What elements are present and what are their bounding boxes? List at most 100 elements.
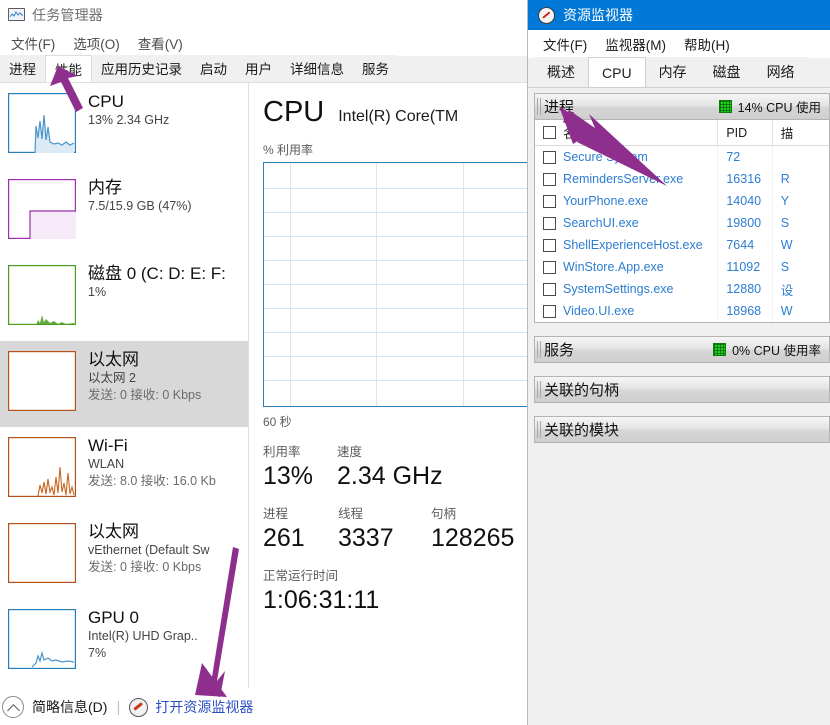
table-row[interactable]: SystemSettings.exe 12880 设	[535, 278, 829, 300]
wifi-thumbnail-graph	[8, 437, 76, 497]
wifi-adapter: WLAN	[88, 456, 242, 473]
sidebar-item-wifi[interactable]: Wi-Fi WLAN 发送: 8.0 接收: 16.0 Kb	[0, 427, 248, 513]
cpu-labels: CPU 13% 2.34 GHz	[88, 91, 242, 129]
resource-monitor-menubar: 文件(F) 监视器(M) 帮助(H)	[528, 30, 830, 58]
stat-handles-label: 句柄	[431, 506, 514, 522]
section-status-services: 0% CPU 使用率	[732, 340, 821, 359]
tab-startup[interactable]: 启动	[191, 55, 236, 82]
tab-performance[interactable]: 性能	[45, 55, 92, 82]
resource-monitor-icon	[538, 7, 555, 24]
resource-sidebar[interactable]: CPU 13% 2.34 GHz 内存 7.5/15.9	[0, 83, 249, 725]
process-name-cell[interactable]: SystemSettings.exe	[535, 278, 718, 300]
sidebar-item-disk[interactable]: 磁盘 0 (C: D: E: F: 1%	[0, 255, 248, 341]
drag-grip-icon[interactable]	[537, 421, 541, 438]
rm-tab-network[interactable]: 网络	[754, 57, 808, 87]
resource-monitor-icon	[129, 698, 148, 717]
rm-menu-file[interactable]: 文件(F)	[534, 32, 596, 56]
process-name-cell[interactable]: Secure System	[535, 146, 718, 168]
row-checkbox[interactable]	[543, 239, 556, 252]
tab-processes[interactable]: 进程	[0, 55, 45, 82]
column-header-description[interactable]: 描	[773, 120, 829, 146]
vethernet-thumbnail-graph	[8, 523, 76, 583]
sidebar-item-memory[interactable]: 内存 7.5/15.9 GB (47%)	[0, 169, 248, 255]
process-description-cell	[773, 146, 829, 168]
section-header-associated-handles[interactable]: 关联的句柄	[534, 376, 830, 403]
table-row[interactable]: RemindersServer.exe 16316 R	[535, 168, 829, 190]
process-description-cell: W	[773, 300, 829, 322]
rm-menu-monitor[interactable]: 监视器(M)	[596, 32, 675, 56]
open-resource-monitor-link[interactable]: 打开资源监视器	[155, 697, 253, 717]
drag-grip-icon[interactable]	[537, 98, 541, 115]
cpu-graph-axis-label: % 利用率	[263, 141, 527, 158]
wifi-labels: Wi-Fi WLAN 发送: 8.0 接收: 16.0 Kb	[88, 435, 242, 490]
process-pid-cell: 18968	[718, 300, 772, 322]
tab-app-history[interactable]: 应用历史记录	[92, 55, 191, 82]
column-header-pid[interactable]: PID	[718, 120, 772, 146]
table-row[interactable]: YourPhone.exe 14040 Y	[535, 190, 829, 212]
table-row[interactable]: ShellExperienceHost.exe 7644 W	[535, 234, 829, 256]
menu-file[interactable]: 文件(F)	[2, 31, 64, 55]
process-name-cell[interactable]: SearchUI.exe	[535, 212, 718, 234]
ethernet2-name: 以太网	[88, 349, 242, 370]
table-row[interactable]: SearchUI.exe 19800 S	[535, 212, 829, 234]
ethernet2-throughput: 发送: 0 接收: 0 Kbps	[88, 387, 242, 404]
table-row[interactable]: Video.UI.exe 18968 W	[535, 300, 829, 322]
drag-grip-icon[interactable]	[537, 381, 541, 398]
stat-uptime: 正常运行时间 1:06:31:11	[263, 568, 379, 616]
process-table[interactable]: 名称 PID 描 Secure System 72 R	[534, 120, 830, 323]
column-header-name[interactable]: 名称	[535, 120, 718, 146]
process-pid-cell: 14040	[718, 190, 772, 212]
row-checkbox[interactable]	[543, 217, 556, 230]
rm-tab-memory[interactable]: 内存	[646, 57, 700, 87]
task-manager-titlebar: 任务管理器	[0, 0, 527, 30]
sidebar-item-cpu[interactable]: CPU 13% 2.34 GHz	[0, 83, 248, 169]
screen: 任务管理器 文件(F) 选项(O) 查看(V) 进程 性能 应用历史记录 启动 …	[0, 0, 830, 725]
stat-processes: 进程 261	[263, 506, 338, 554]
sidebar-item-ethernet-2[interactable]: 以太网 以太网 2 发送: 0 接收: 0 Kbps	[0, 341, 248, 427]
drag-grip-icon[interactable]	[537, 341, 541, 358]
process-name-label: RemindersServer.exe	[563, 172, 683, 186]
task-manager-title: 任务管理器	[32, 5, 103, 25]
process-name-cell[interactable]: YourPhone.exe	[535, 190, 718, 212]
process-name-label: Secure System	[563, 150, 648, 164]
menu-view[interactable]: 查看(V)	[129, 31, 192, 55]
menu-options[interactable]: 选项(O)	[64, 31, 129, 55]
select-all-checkbox[interactable]	[543, 126, 556, 139]
fewer-details-button[interactable]: 简略信息(D)	[32, 697, 107, 717]
memory-name: 内存	[88, 177, 242, 198]
cpu-stats-row-1: 利用率 13% 速度 2.34 GHz	[263, 444, 527, 492]
row-checkbox[interactable]	[543, 173, 556, 186]
cpu-stats-row-2: 进程 261 线程 3337 句柄 128265	[263, 506, 527, 554]
table-row[interactable]: Secure System 72	[535, 146, 829, 168]
cpu-name: CPU	[88, 91, 242, 112]
tab-details[interactable]: 详细信息	[281, 55, 353, 82]
chevron-up-circle-icon[interactable]	[2, 696, 24, 718]
process-pid-cell: 7644	[718, 234, 772, 256]
sidebar-item-gpu[interactable]: GPU 0 Intel(R) UHD Grap.. 7%	[0, 599, 248, 685]
process-name-cell[interactable]: WinStore.App.exe	[535, 256, 718, 278]
tab-services[interactable]: 服务	[353, 55, 398, 82]
process-name-cell[interactable]: ShellExperienceHost.exe	[535, 234, 718, 256]
section-header-services[interactable]: 服务 0% CPU 使用率	[534, 336, 830, 363]
rm-tab-disk[interactable]: 磁盘	[700, 57, 754, 87]
sidebar-item-vethernet[interactable]: 以太网 vEthernet (Default Sw 发送: 0 接收: 0 Kb…	[0, 513, 248, 599]
table-row[interactable]: WinStore.App.exe 11092 S	[535, 256, 829, 278]
stat-uptime-value: 1:06:31:11	[263, 584, 379, 616]
rm-tab-overview[interactable]: 概述	[534, 57, 588, 87]
section-title-services: 服务	[544, 339, 574, 360]
row-checkbox[interactable]	[543, 151, 556, 164]
rm-tab-cpu[interactable]: CPU	[588, 57, 646, 87]
row-checkbox[interactable]	[543, 195, 556, 208]
section-header-processes[interactable]: 进程 14% CPU 使用	[534, 93, 830, 120]
section-header-associated-modules[interactable]: 关联的模块	[534, 416, 830, 443]
cpu-utilization-graph	[263, 162, 527, 407]
wifi-name: Wi-Fi	[88, 435, 242, 456]
rm-menu-help[interactable]: 帮助(H)	[675, 32, 739, 56]
process-name-cell[interactable]: RemindersServer.exe	[535, 168, 718, 190]
tab-users[interactable]: 用户	[236, 55, 281, 82]
row-checkbox[interactable]	[543, 261, 556, 274]
process-name-cell[interactable]: Video.UI.exe	[535, 300, 718, 322]
task-manager-tabstrip: 进程 性能 应用历史记录 启动 用户 详细信息 服务	[0, 56, 527, 83]
row-checkbox[interactable]	[543, 283, 556, 296]
row-checkbox[interactable]	[543, 305, 556, 318]
